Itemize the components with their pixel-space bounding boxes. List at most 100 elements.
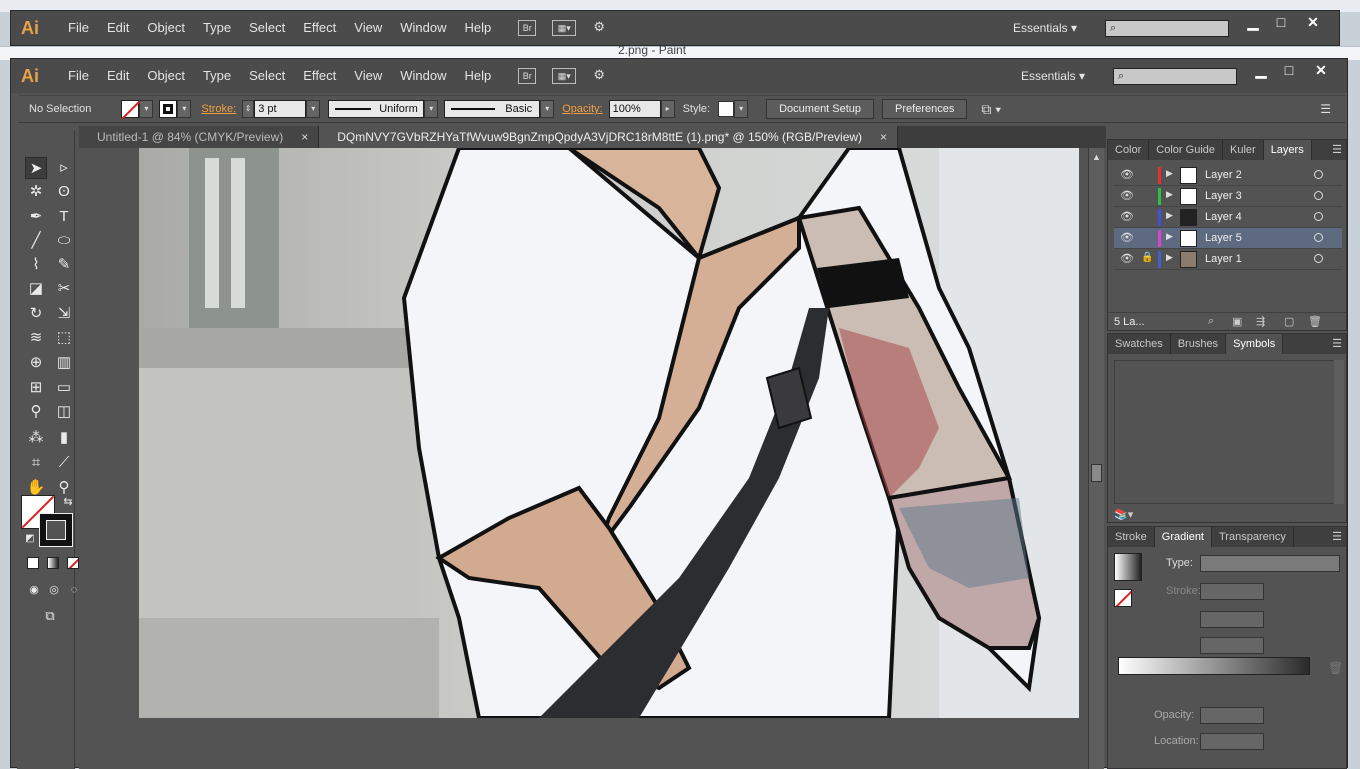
selection-tool-icon[interactable]: ➤ — [25, 157, 47, 179]
swap-fill-stroke-icon[interactable]: ⇆ — [57, 491, 79, 513]
tab-swatches[interactable]: Swatches — [1108, 334, 1171, 354]
menu-file[interactable]: File — [59, 59, 98, 93]
layer-name[interactable]: Layer 4 — [1205, 211, 1242, 223]
tab-brushes[interactable]: Brushes — [1171, 334, 1227, 354]
gradient-fill-swatch[interactable] — [1114, 589, 1132, 607]
opacity-label[interactable]: Opacity: — [562, 103, 602, 115]
tab-transparency[interactable]: Transparency — [1212, 527, 1294, 547]
panel-menu-icon[interactable]: ☰ — [1332, 140, 1346, 160]
default-colors-icon[interactable]: ◩ — [19, 528, 41, 550]
bridge-icon[interactable]: Br — [518, 20, 537, 36]
layer-row[interactable]: 👁 ▶ Layer 3 — [1114, 186, 1342, 207]
gradient-type-select[interactable] — [1200, 555, 1340, 572]
stroke-weight-dropdown[interactable]: ▾ — [306, 100, 321, 118]
visibility-eye-icon[interactable]: 👁 — [1120, 210, 1134, 223]
style-dropdown[interactable]: ▾ — [734, 100, 749, 118]
gpu-performance-icon[interactable]: ⚙ — [590, 68, 608, 84]
workspace-switcher[interactable]: Essentials ▾ — [1021, 59, 1085, 93]
menu-type-back[interactable]: Type — [194, 11, 240, 45]
tab-symbols[interactable]: Symbols — [1226, 334, 1284, 354]
arrange-documents-icon[interactable]: ▦▾ — [552, 20, 577, 36]
canvas-area[interactable] — [79, 148, 1091, 769]
tab-untitled[interactable]: Untitled-1 @ 84% (CMYK/Preview) × — [79, 126, 320, 148]
mesh-tool-icon[interactable]: ⊞ — [25, 377, 47, 399]
expand-arrow-icon[interactable]: ▶ — [1166, 252, 1173, 263]
vertical-scrollbar[interactable]: ▲ — [1088, 148, 1104, 769]
visibility-eye-icon[interactable]: 👁 — [1120, 231, 1134, 244]
tab-color[interactable]: Color — [1108, 140, 1150, 160]
target-circle-icon[interactable] — [1314, 191, 1323, 200]
warp-tool-icon[interactable]: ≋ — [25, 327, 47, 349]
layer-row[interactable]: 👁 🔒 ▶ Layer 1 — [1114, 249, 1342, 270]
stroke-dropdown[interactable]: ▾ — [177, 100, 192, 118]
pencil-tool-icon[interactable]: ✎ — [53, 254, 75, 276]
slice-tool-icon[interactable]: ⟋ — [53, 452, 75, 474]
panel-menu-icon[interactable]: ☰ — [1320, 102, 1331, 116]
menu-effect[interactable]: Effect — [294, 59, 345, 93]
paintbrush-tool-icon[interactable]: ⌇ — [25, 254, 47, 276]
style-swatch[interactable] — [718, 101, 735, 117]
tab-color-guide[interactable]: Color Guide — [1149, 140, 1223, 160]
visibility-eye-icon[interactable]: 👁 — [1120, 168, 1134, 181]
menu-select[interactable]: Select — [240, 59, 294, 93]
target-circle-icon[interactable] — [1314, 212, 1323, 221]
menu-view[interactable]: View — [345, 59, 391, 93]
make-clipping-mask-icon[interactable]: ▣ — [1232, 315, 1242, 328]
blend-tool-icon[interactable]: ◫ — [53, 401, 75, 423]
locate-object-icon[interactable]: ⌕ — [1208, 315, 1214, 328]
opacity-field[interactable]: 100% — [608, 100, 661, 118]
delete-layer-icon[interactable]: 🗑 — [1308, 315, 1322, 328]
target-circle-icon[interactable] — [1314, 254, 1323, 263]
symbols-scrollbar[interactable] — [1334, 360, 1344, 504]
column-graph-tool-icon[interactable]: ▮ — [53, 427, 75, 449]
gradient-slider[interactable] — [1118, 657, 1310, 675]
arrange-documents-icon[interactable]: ▦▾ — [552, 68, 577, 84]
stroke-swatch[interactable] — [159, 100, 178, 118]
gpu-performance-icon[interactable]: ⚙ — [590, 20, 608, 36]
expand-arrow-icon[interactable]: ▶ — [1166, 231, 1173, 242]
scrollbar-thumb[interactable] — [1091, 464, 1102, 482]
menu-type[interactable]: Type — [194, 59, 240, 93]
illustrator-window[interactable]: Ai File Edit Object Type Select Effect V… — [10, 58, 1348, 769]
rotate-tool-icon[interactable]: ↻ — [25, 303, 47, 325]
gradient-thumbnail[interactable] — [1114, 553, 1142, 581]
expand-arrow-icon[interactable]: ▶ — [1166, 189, 1173, 200]
ellipse-tool-icon[interactable]: ⬭ — [53, 230, 75, 252]
bridge-icon[interactable]: Br — [518, 68, 537, 84]
scroll-up-icon[interactable]: ▲ — [1092, 152, 1101, 162]
line-tool-icon[interactable]: ╱ — [25, 230, 47, 252]
tab-gradient[interactable]: Gradient — [1154, 527, 1212, 547]
opacity-arrow[interactable]: ▸ — [660, 100, 675, 118]
panel-menu-icon[interactable]: ☰ — [1332, 527, 1346, 547]
stroke-color-swatch[interactable] — [39, 513, 73, 547]
menu-effect-back[interactable]: Effect — [294, 11, 345, 45]
menu-help-back[interactable]: Help — [455, 11, 500, 45]
gradient-mode-icon[interactable] — [47, 557, 59, 569]
profile-dropdown[interactable]: ▾ — [424, 100, 439, 118]
layer-name[interactable]: Layer 2 — [1205, 169, 1242, 181]
delete-stop-icon[interactable]: 🗑 — [1328, 661, 1343, 675]
expand-arrow-icon[interactable]: ▶ — [1166, 168, 1173, 179]
symbol-sprayer-tool-icon[interactable]: ⁂ — [25, 427, 47, 449]
gradient-location-field[interactable] — [1200, 733, 1264, 750]
pen-tool-icon[interactable]: ✒ — [25, 206, 47, 228]
color-mode-icon[interactable] — [27, 557, 39, 569]
menu-help[interactable]: Help — [455, 59, 500, 93]
variable-width-profile[interactable]: Uniform — [328, 100, 425, 118]
layer-name[interactable]: Layer 1 — [1205, 253, 1242, 265]
search-input[interactable]: ⌕ — [1113, 68, 1237, 85]
layer-row[interactable]: 👁 ▶ Layer 2 — [1114, 165, 1342, 186]
tab-stroke[interactable]: Stroke — [1108, 527, 1155, 547]
tab-kuler[interactable]: Kuler — [1223, 140, 1264, 160]
symbol-libraries-icon[interactable]: 📚▾ — [1114, 508, 1133, 521]
artboard-tool-icon[interactable]: ⌗ — [25, 452, 47, 474]
document-setup-button[interactable]: Document Setup — [766, 99, 875, 119]
tab-active-document[interactable]: DQmNVY7GVbRZHYaTfWvuw9BgnZmpQpdyA3VjDRC1… — [319, 126, 899, 148]
preferences-button[interactable]: Preferences — [882, 99, 968, 119]
free-transform-tool-icon[interactable]: ⬚ — [53, 327, 75, 349]
stroke-weight-stepper[interactable]: ⇕ — [242, 100, 255, 118]
none-mode-icon[interactable] — [67, 557, 79, 569]
expand-arrow-icon[interactable]: ▶ — [1166, 210, 1173, 221]
fill-swatch[interactable] — [121, 100, 141, 120]
lasso-tool-icon[interactable]: ʘ — [53, 181, 75, 203]
